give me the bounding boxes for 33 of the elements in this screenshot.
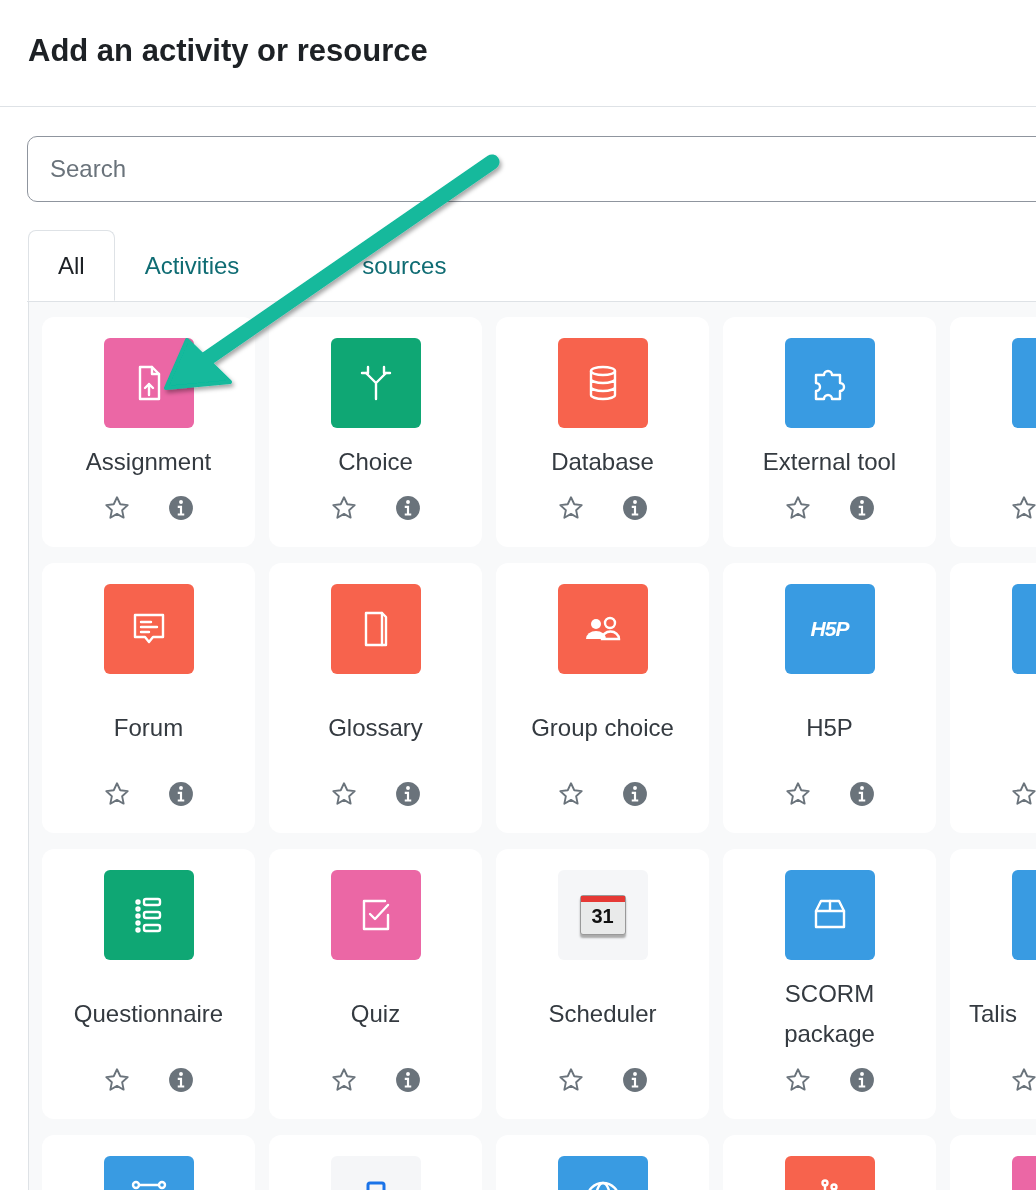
- activity-card[interactable]: Choice: [269, 317, 482, 547]
- activity-card[interactable]: Forum: [42, 563, 255, 833]
- activity-name[interactable]: Assignment: [85, 441, 212, 482]
- activity-name[interactable]: Forum: [113, 707, 184, 748]
- activity-card[interactable]: Database: [496, 317, 709, 547]
- activity-card[interactable]: H5P H5P: [723, 563, 936, 833]
- activity-card[interactable]: 31 Scheduler: [496, 849, 709, 1119]
- activity-card[interactable]: SCORM package: [723, 849, 936, 1119]
- activity-name[interactable]: Group choice: [531, 707, 674, 748]
- activity-card[interactable]: External tool: [723, 317, 936, 547]
- search-field[interactable]: Search: [27, 136, 1036, 202]
- activity-name[interactable]: Choice: [338, 441, 413, 482]
- tab[interactable]: Activities: [114, 230, 270, 301]
- activity-card[interactable]: Quiz: [269, 849, 482, 1119]
- activity-card[interactable]: Talis: [950, 849, 1036, 1119]
- tab[interactable]: All: [28, 230, 115, 301]
- activity-name[interactable]: Glossary: [328, 707, 423, 748]
- activity-name[interactable]: External tool: [762, 441, 897, 482]
- activity-name[interactable]: Database: [551, 441, 654, 482]
- tab[interactable]: sources: [269, 230, 477, 301]
- calendar-icon: 31: [579, 895, 626, 935]
- dialog-title: Add an activity or resource: [0, 0, 1036, 107]
- activity-card[interactable]: Questionnaire: [42, 849, 255, 1119]
- activity-card[interactable]: Assignment: [42, 317, 255, 547]
- activity-name[interactable]: Scheduler: [548, 993, 657, 1034]
- activity-name[interactable]: Talis: [969, 993, 1017, 1034]
- activity-name[interactable]: H5P: [806, 707, 853, 748]
- activity-card[interactable]: Group choice: [496, 563, 709, 833]
- h5p-logo: H5P: [810, 617, 849, 641]
- activity-name[interactable]: SCORM package: [741, 973, 918, 1054]
- activity-name[interactable]: Quiz: [350, 993, 401, 1034]
- activity-card[interactable]: Glossary: [269, 563, 482, 833]
- activity-name[interactable]: Questionnaire: [73, 993, 224, 1034]
